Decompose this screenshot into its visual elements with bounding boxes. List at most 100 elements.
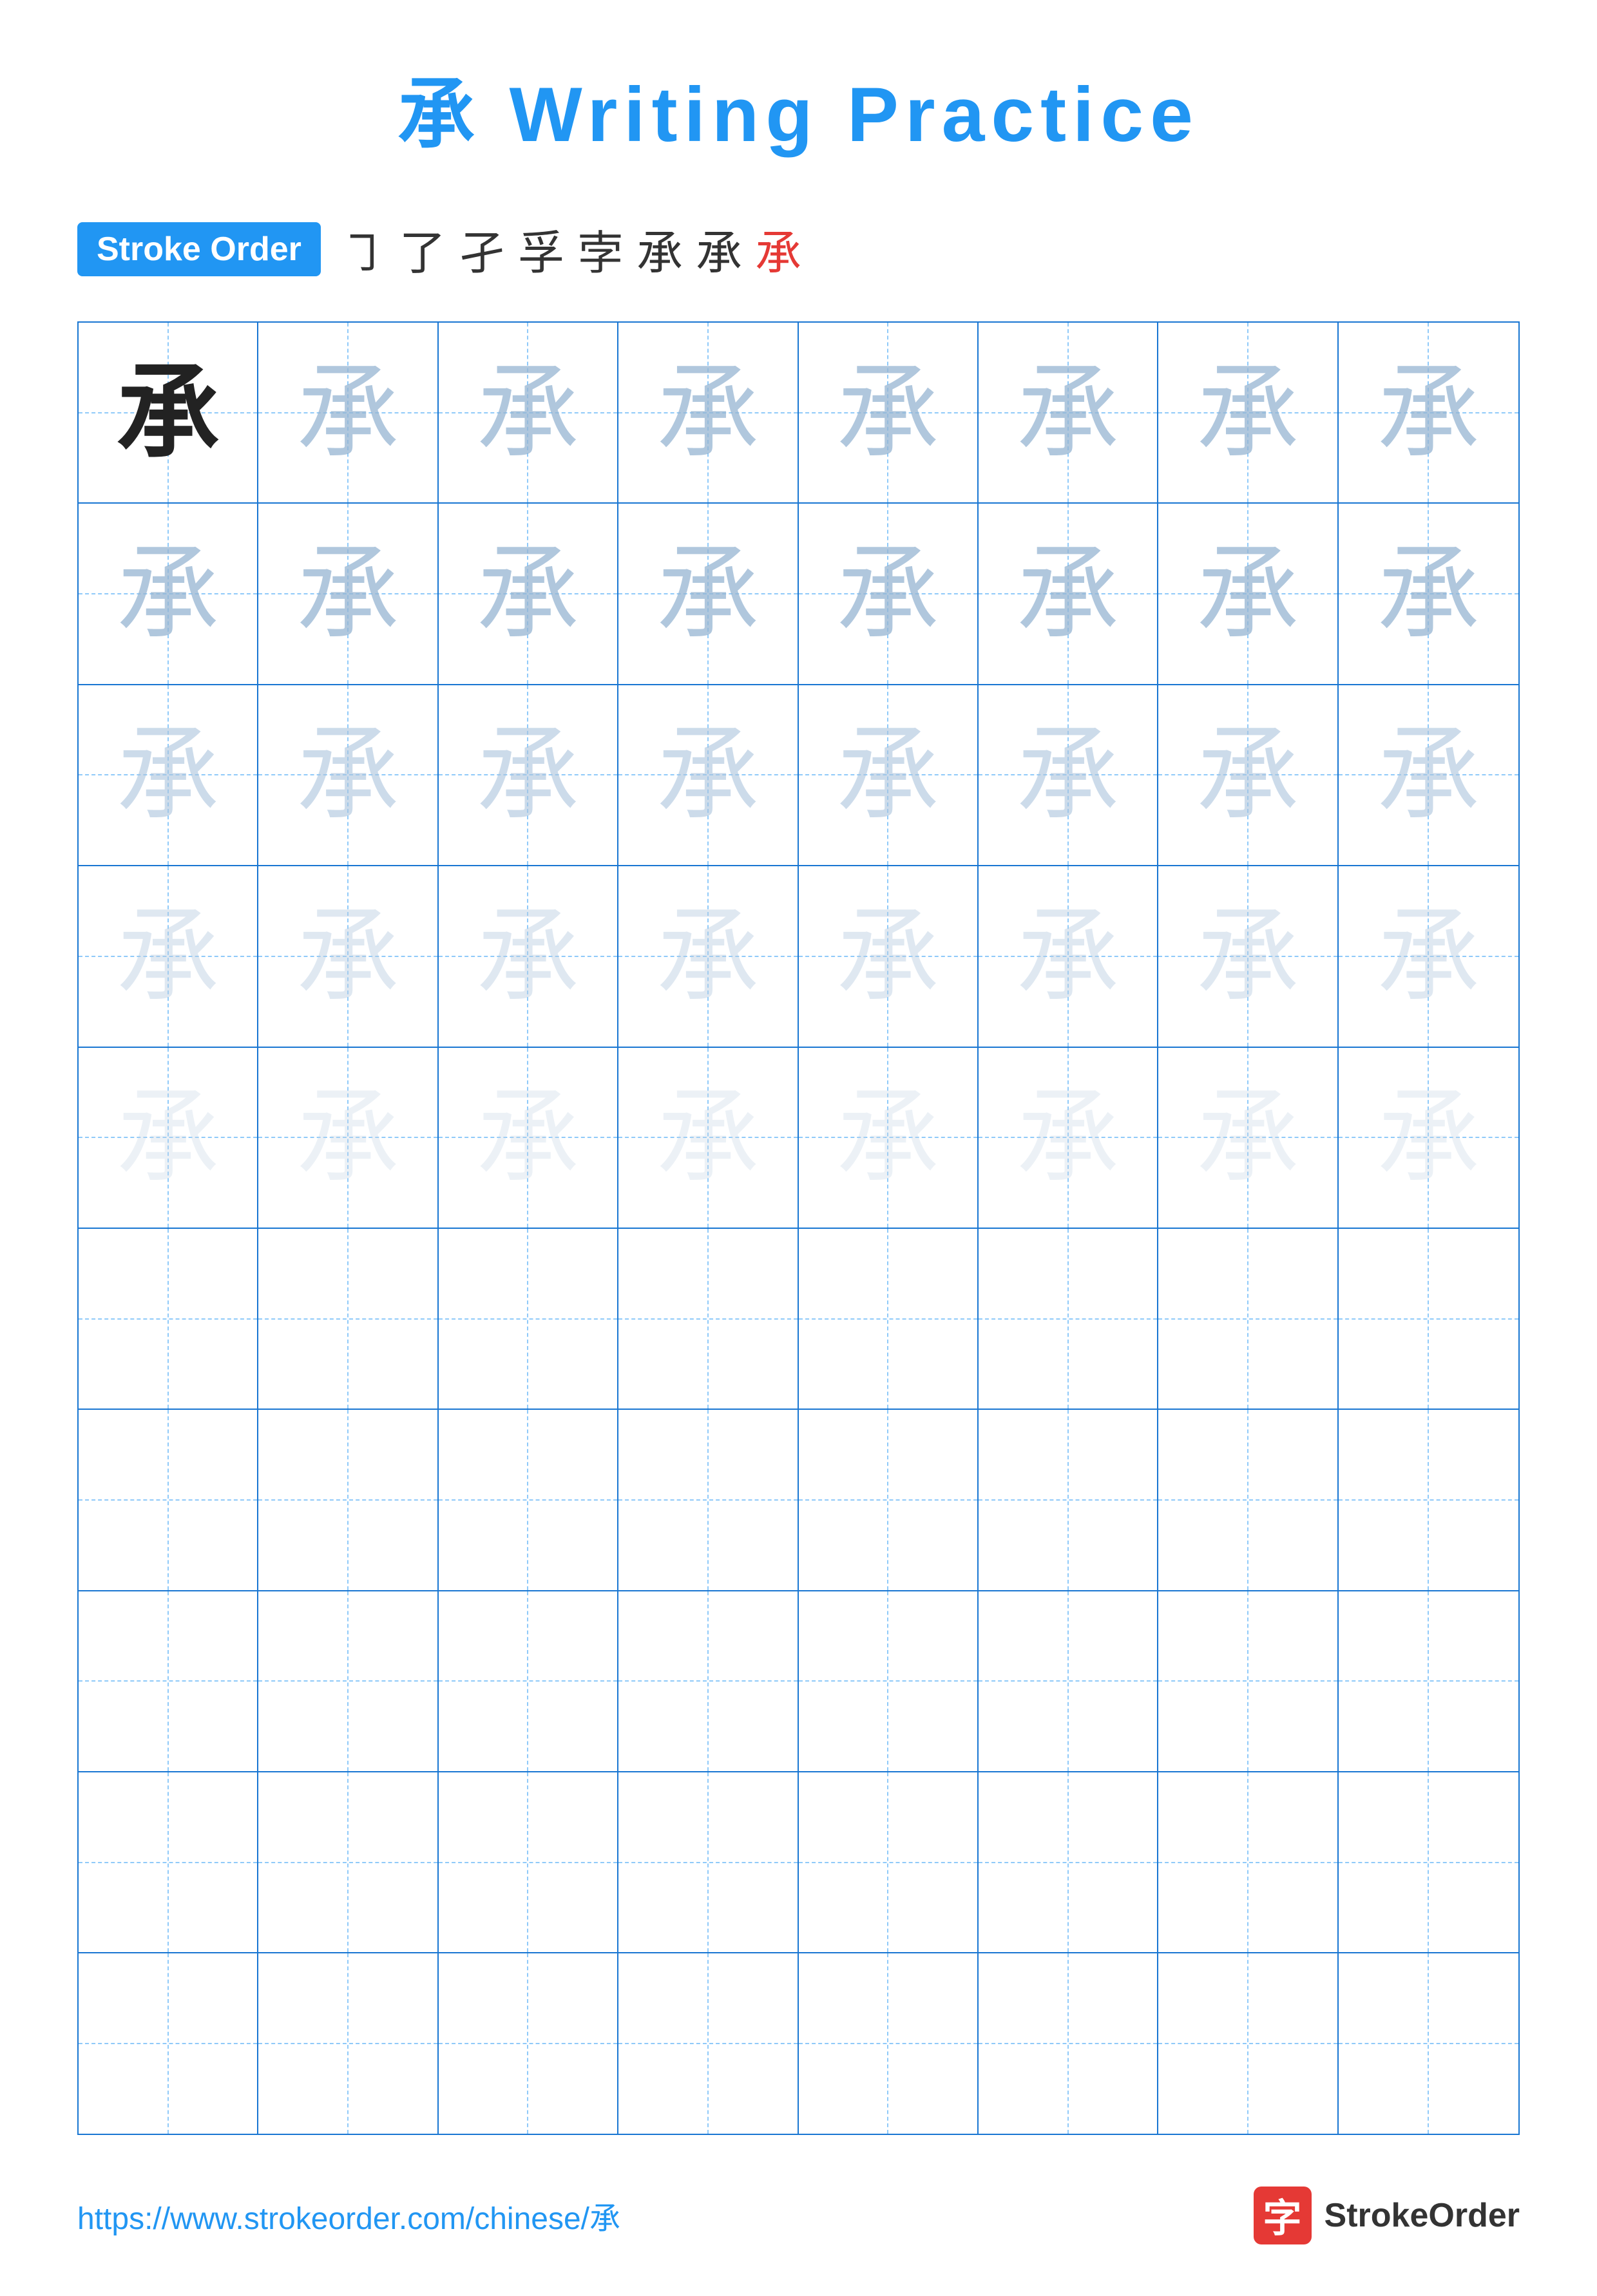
grid-cell[interactable] [1339,1772,1518,1952]
grid-cell[interactable] [1339,1591,1518,1771]
grid-cell[interactable] [979,1953,1158,2133]
practice-char: 承 [836,1086,939,1189]
grid-cell[interactable]: 承 [79,1048,258,1228]
grid-row [79,1229,1518,1410]
grid-cell[interactable]: 承 [979,504,1158,683]
grid-cell[interactable] [1158,1229,1338,1409]
grid-cell[interactable] [258,1229,438,1409]
grid-cell[interactable] [439,1772,618,1952]
grid-cell[interactable]: 承 [258,866,438,1046]
grid-cell[interactable] [618,1772,798,1952]
footer-url[interactable]: https://www.strokeorder.com/chinese/承 [77,2193,620,2238]
grid-cell[interactable] [1158,1772,1338,1952]
grid-cell[interactable] [799,1591,979,1771]
grid-cell[interactable] [79,1229,258,1409]
grid-cell[interactable]: 承 [1158,866,1338,1046]
grid-cell[interactable] [799,1953,979,2133]
grid-cell[interactable]: 承 [799,504,979,683]
practice-char: 承 [1196,542,1299,645]
grid-cell[interactable]: 承 [1339,1048,1518,1228]
grid-cell[interactable] [1158,1953,1338,2133]
grid-cell[interactable] [1339,1229,1518,1409]
grid-cell[interactable] [258,1953,438,2133]
grid-cell[interactable] [1158,1591,1338,1771]
grid-cell[interactable]: 承 [79,504,258,683]
grid-cell[interactable] [979,1591,1158,1771]
grid-cell[interactable]: 承 [1339,504,1518,683]
grid-cell[interactable]: 承 [1339,323,1518,502]
grid-cell[interactable] [79,1953,258,2133]
grid-cell[interactable]: 承 [439,866,618,1046]
grid-cell[interactable]: 承 [258,504,438,683]
grid-cell[interactable] [1158,1410,1338,1589]
grid-cell[interactable]: 承 [799,1048,979,1228]
grid-cell[interactable]: 承 [439,1048,618,1228]
practice-char: 承 [476,542,579,645]
grid-cell[interactable] [618,1953,798,2133]
grid-cell[interactable]: 承 [258,323,438,502]
grid-cell[interactable]: 承 [1158,1048,1338,1228]
grid-cell[interactable] [979,1229,1158,1409]
grid-cell[interactable] [79,1410,258,1589]
grid-cell[interactable]: 承 [979,1048,1158,1228]
grid-cell[interactable] [799,1772,979,1952]
grid-cell[interactable]: 承 [79,685,258,865]
practice-char: 承 [117,905,220,1008]
grid-cell[interactable] [258,1591,438,1771]
grid-cell[interactable] [618,1229,798,1409]
seq-char-6: 承 [636,215,683,283]
seq-char-5: 孛 [577,215,624,283]
grid-cell[interactable]: 承 [1339,685,1518,865]
practice-char: 承 [1377,723,1480,826]
seq-char-1: ㇆ [340,215,387,283]
grid-cell[interactable]: 承 [618,504,798,683]
grid-cell[interactable] [439,1591,618,1771]
grid-cell[interactable] [439,1953,618,2133]
grid-cell[interactable]: 承 [439,323,618,502]
grid-cell[interactable] [799,1229,979,1409]
grid-row [79,1772,1518,1953]
grid-cell[interactable]: 承 [618,685,798,865]
grid-cell[interactable]: 承 [799,685,979,865]
grid-cell[interactable]: 承 [79,866,258,1046]
practice-grid: 承 承 承 承 承 承 承 承 承 承 承 承 承 承 承 承 承 承 承 承 … [77,321,1520,2135]
grid-cell[interactable]: 承 [979,685,1158,865]
grid-cell[interactable] [1339,1410,1518,1589]
grid-cell[interactable] [618,1410,798,1589]
grid-cell[interactable] [79,1772,258,1952]
grid-cell[interactable] [439,1410,618,1589]
grid-cell[interactable]: 承 [1158,504,1338,683]
grid-cell[interactable] [618,1591,798,1771]
grid-cell[interactable] [439,1229,618,1409]
grid-cell[interactable]: 承 [79,323,258,502]
grid-cell[interactable]: 承 [618,1048,798,1228]
practice-char: 承 [656,905,760,1008]
grid-cell[interactable] [799,1410,979,1589]
grid-cell[interactable]: 承 [979,323,1158,502]
practice-char: 承 [656,723,760,826]
seq-char-3: 孑 [459,215,505,283]
grid-cell[interactable]: 承 [618,866,798,1046]
grid-cell[interactable]: 承 [258,1048,438,1228]
practice-char: 承 [1196,723,1299,826]
grid-cell[interactable]: 承 [1339,866,1518,1046]
practice-char: 承 [656,1086,760,1189]
grid-cell[interactable] [1339,1953,1518,2133]
grid-cell[interactable] [979,1410,1158,1589]
grid-cell[interactable]: 承 [1158,685,1338,865]
grid-cell[interactable] [79,1591,258,1771]
grid-cell[interactable]: 承 [1158,323,1338,502]
seq-char-2: 了 [399,215,446,283]
grid-cell[interactable]: 承 [439,504,618,683]
grid-cell[interactable] [258,1772,438,1952]
seq-char-8: 承 [755,215,801,283]
grid-cell[interactable]: 承 [258,685,438,865]
grid-cell[interactable]: 承 [799,323,979,502]
grid-cell[interactable]: 承 [618,323,798,502]
grid-cell[interactable] [979,1772,1158,1952]
grid-cell[interactable]: 承 [979,866,1158,1046]
grid-cell[interactable] [258,1410,438,1589]
practice-char: 承 [836,542,939,645]
grid-cell[interactable]: 承 [799,866,979,1046]
grid-cell[interactable]: 承 [439,685,618,865]
